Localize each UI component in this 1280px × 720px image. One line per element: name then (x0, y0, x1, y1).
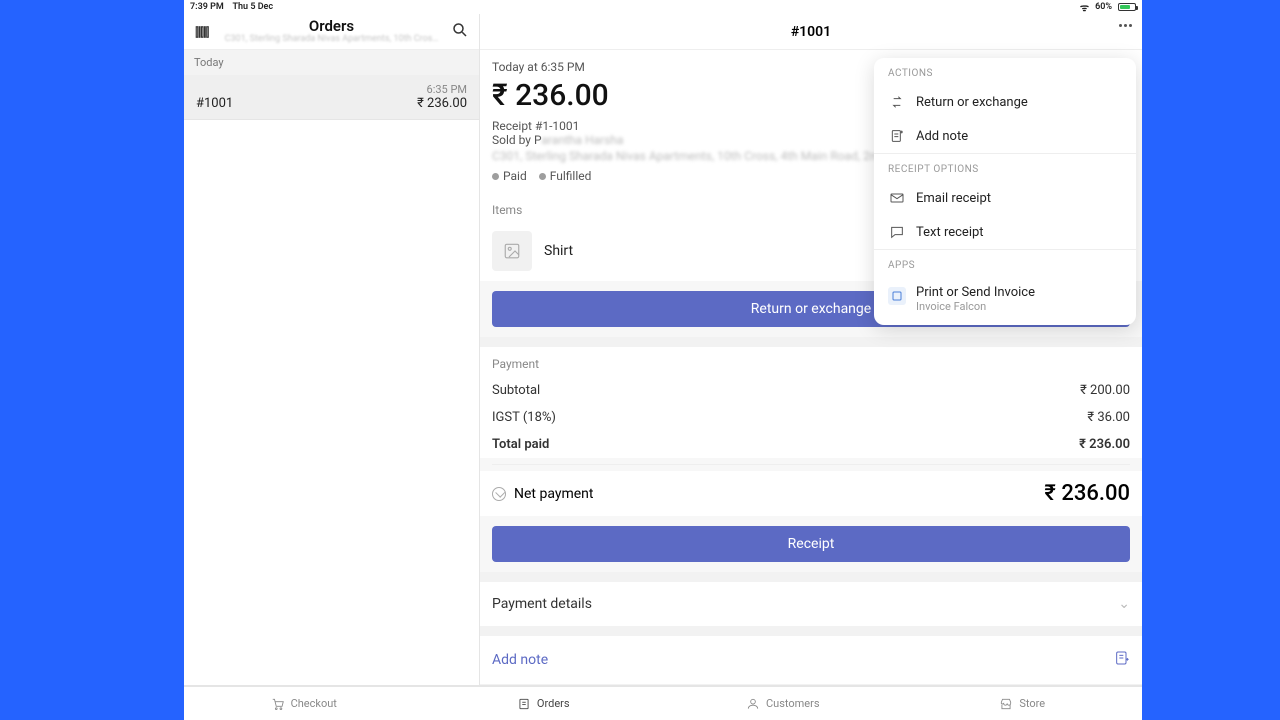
popover-text-receipt[interactable]: Text receipt (874, 215, 1136, 249)
sidebar-section-today: Today (184, 50, 479, 75)
subtotal-row: Subtotal ₹ 200.00 (480, 377, 1142, 404)
customers-icon (746, 697, 760, 711)
barcode-icon[interactable] (194, 23, 212, 41)
payment-section-label: Payment (480, 347, 1142, 377)
note-add-icon (1114, 650, 1130, 670)
receipt-button[interactable]: Receipt (492, 526, 1130, 562)
chevron-down-icon: ⌄ (1118, 596, 1130, 612)
orders-sidebar: Orders C301, Sterling Sharada Nivas Apar… (184, 14, 480, 685)
order-number-title: #1001 (791, 24, 831, 40)
popover-apps-label: APPS (874, 250, 1136, 277)
order-detail-header: #1001 (480, 14, 1142, 50)
image-placeholder-icon (492, 231, 532, 271)
sold-by: Sold by P (492, 133, 541, 147)
check-circle-icon (492, 487, 506, 501)
add-note-row[interactable]: Add note (480, 626, 1142, 685)
order-list-item[interactable]: 6:35 PM #1001 ₹ 236.00 (184, 75, 479, 120)
status-fulfilled: Fulfilled (539, 169, 592, 183)
app-badge-icon (888, 287, 906, 305)
tab-checkout[interactable]: Checkout (184, 687, 424, 720)
total-paid-row: Total paid ₹ 236.00 (480, 431, 1142, 458)
order-item-amount: ₹ 236.00 (417, 96, 467, 111)
popover-return-exchange[interactable]: Return or exchange (874, 85, 1136, 119)
status-time: 7:39 PM (190, 2, 224, 12)
status-bar: 7:39 PM Thu 5 Dec ᯤ 60% (184, 0, 1142, 14)
mail-icon (888, 189, 906, 207)
status-date: Thu 5 Dec (233, 2, 274, 12)
popover-add-note[interactable]: Add note (874, 119, 1136, 153)
tab-store[interactable]: Store (903, 687, 1143, 720)
sidebar-title: Orders (212, 18, 451, 35)
popover-email-receipt[interactable]: Email receipt (874, 181, 1136, 215)
cart-icon (271, 697, 285, 711)
battery-percent: 60% (1095, 2, 1112, 12)
more-actions-button[interactable] (1119, 24, 1132, 27)
actions-popover: ACTIONS Return or exchange Add note (874, 58, 1136, 325)
payment-details-row[interactable]: Payment details ⌄ (480, 572, 1142, 626)
bottom-tab-bar: Checkout Orders Customers Store (184, 686, 1142, 720)
search-icon[interactable] (451, 21, 469, 43)
sidebar-subtitle: C301, Sterling Sharada Nivas Apartments,… (212, 35, 451, 45)
chat-icon (888, 223, 906, 241)
popover-app-invoice-falcon[interactable]: Print or Send Invoice Invoice Falcon (874, 277, 1136, 325)
status-paid: Paid (492, 169, 527, 183)
order-item-time: 6:35 PM (427, 83, 467, 96)
net-payment-row: Net payment ₹ 236.00 (480, 471, 1142, 516)
tab-orders[interactable]: Orders (424, 687, 664, 720)
orders-icon (517, 697, 531, 711)
store-icon (999, 697, 1013, 711)
battery-icon (1118, 3, 1136, 11)
order-item-number: #1001 (196, 96, 233, 111)
popover-receipt-options-label: RECEIPT OPTIONS (874, 154, 1136, 181)
popover-actions-label: ACTIONS (874, 58, 1136, 85)
note-icon (888, 127, 906, 145)
wifi-icon: ᯤ (1080, 0, 1089, 14)
exchange-icon (888, 93, 906, 111)
tax-row: IGST (18%) ₹ 36.00 (480, 404, 1142, 431)
line-item-name: Shirt (544, 243, 573, 259)
tab-customers[interactable]: Customers (663, 687, 903, 720)
